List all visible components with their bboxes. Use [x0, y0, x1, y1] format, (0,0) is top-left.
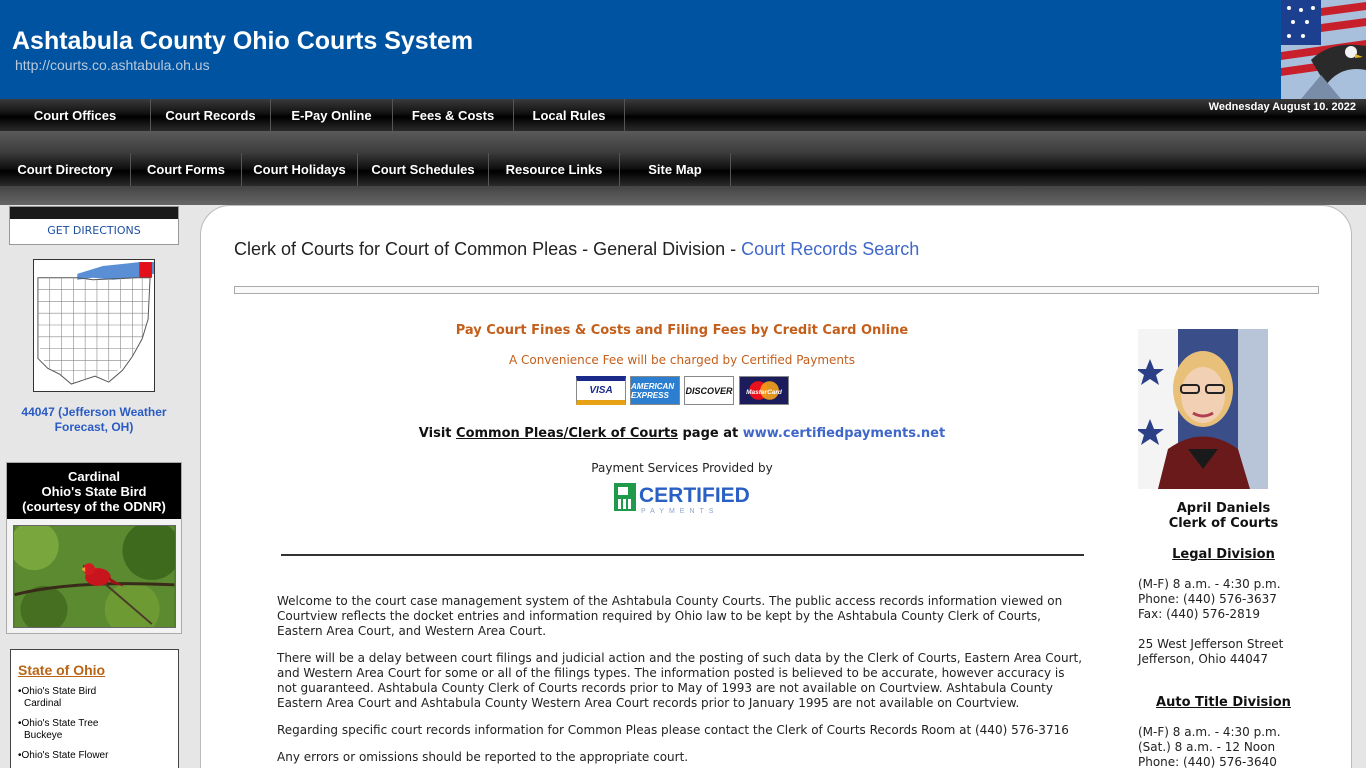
auto-title-division-info: (M-F) 8 a.m. - 4:30 p.m. (Sat.) 8 a.m. -… [1138, 725, 1281, 768]
state-of-ohio-box: State of Ohio •Ohio's State Bird Cardina… [10, 649, 179, 768]
pay-online-title: Pay Court Fines & Costs and Filing Fees … [455, 323, 909, 338]
amex-card-icon: AMERICAN EXPRESS [630, 376, 680, 405]
contact-paragraph: Regarding specific court records informa… [277, 723, 1069, 737]
visa-card-icon: VISA [576, 376, 626, 405]
list-item: •Ohio's State Bird Cardinal [18, 686, 97, 709]
page-title: Clerk of Courts for Court of Common Plea… [234, 239, 920, 259]
legal-division-info: (M-F) 8 a.m. - 4:30 p.m. Phone: (440) 57… [1138, 577, 1281, 621]
list-item: •Ohio's State Tree Buckeye [18, 718, 99, 741]
certified-payments-logo[interactable]: CERTIFIED PAYMENTS [614, 481, 754, 515]
nav-fees-costs[interactable]: Fees & Costs [393, 99, 514, 131]
delay-paragraph: There will be a delay between court fili… [277, 651, 1083, 710]
legal-division-title[interactable]: Legal Division [1138, 547, 1309, 562]
svg-text:PAYMENTS: PAYMENTS [641, 508, 718, 515]
nav-court-forms[interactable]: Court Forms [131, 153, 242, 186]
nav-resource-links[interactable]: Resource Links [489, 153, 620, 186]
nav-court-directory[interactable]: Court Directory [0, 153, 131, 186]
nav-site-map[interactable]: Site Map [620, 153, 731, 186]
divider [234, 286, 1319, 294]
weather-forecast-link[interactable]: 44047 (Jefferson Weather Forecast, OH) [10, 405, 178, 435]
site-header: Ashtabula County Ohio Courts System http… [0, 0, 1366, 99]
state-bird-box: Cardinal Ohio's State Bird (courtesy of … [6, 462, 182, 634]
primary-nav: Court Offices Court Records E-Pay Online… [0, 99, 1366, 131]
mastercard-card-icon: MasterCard [739, 376, 789, 405]
nav-court-schedules[interactable]: Court Schedules [358, 153, 489, 186]
nav-court-records[interactable]: Court Records [151, 99, 271, 131]
clerk-address: 25 West Jefferson Street Jefferson, Ohio… [1138, 637, 1284, 666]
get-directions-link[interactable]: GET DIRECTIONS [10, 224, 178, 237]
errors-paragraph: Any errors or omissions should be report… [277, 750, 689, 764]
auto-title-division-title[interactable]: Auto Title Division [1138, 695, 1309, 710]
state-of-ohio-title[interactable]: State of Ohio [18, 662, 171, 678]
clerk-name: April Daniels Clerk of Courts [1168, 501, 1279, 531]
certifiedpayments-link[interactable]: www.certifiedpayments.net [743, 426, 945, 441]
nav-local-rules[interactable]: Local Rules [514, 99, 625, 131]
site-title: Ashtabula County Ohio Courts System [12, 27, 474, 55]
current-date: Wednesday August 10. 2022 [1208, 101, 1356, 113]
svg-text:MasterCard: MasterCard [746, 389, 783, 396]
nav-spacer [0, 131, 1366, 153]
cardinal-photo [13, 525, 176, 628]
flag-eagle-logo [1281, 0, 1366, 99]
provided-by-label: Payment Services Provided by [591, 461, 773, 475]
court-records-search-link[interactable]: Court Records Search [741, 239, 919, 259]
state-bird-title: Cardinal Ohio's State Bird (courtesy of … [7, 463, 181, 519]
directions-box: GET DIRECTIONS [9, 206, 179, 245]
nav-court-offices[interactable]: Court Offices [0, 99, 151, 131]
common-pleas-clerk-link[interactable]: Common Pleas/Clerk of Courts [456, 426, 678, 441]
clerk-photo [1138, 329, 1268, 489]
nav-court-holidays[interactable]: Court Holidays [242, 153, 358, 186]
visit-line: Visit Common Pleas/Clerk of Courts page … [418, 426, 946, 441]
nav-spacer-bottom [0, 186, 1366, 205]
nav-e-pay-online[interactable]: E-Pay Online [271, 99, 393, 131]
convenience-fee-note: A Convenience Fee will be charged by Cer… [509, 353, 855, 367]
list-item: •Ohio's State Flower [18, 750, 109, 761]
svg-text:CERTIFIED: CERTIFIED [639, 484, 750, 507]
welcome-paragraph: Welcome to the court case management sys… [277, 594, 1063, 638]
ohio-county-map[interactable] [33, 259, 155, 392]
secondary-nav: Court Directory Court Forms Court Holida… [0, 153, 1366, 186]
divider [281, 554, 1084, 556]
site-url: http://courts.co.ashtabula.oh.us [15, 57, 210, 73]
discover-card-icon: DISCOVER [684, 376, 734, 405]
